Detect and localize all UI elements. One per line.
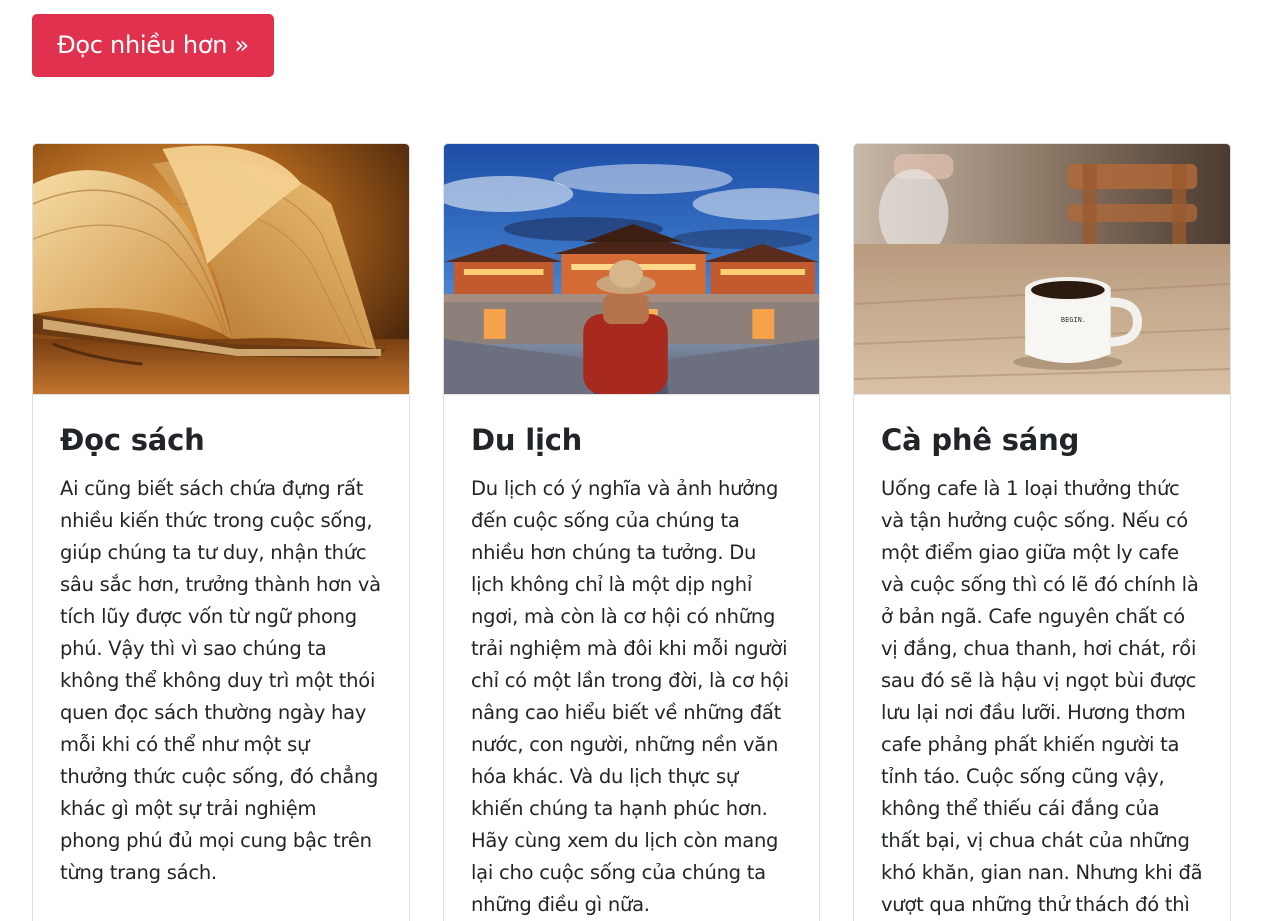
card-text: Ai cũng biết sách chứa đựng rất nhiều ki…	[60, 477, 381, 884]
card-title: Cà phê sáng	[881, 423, 1080, 457]
card-travel: Du lịch Du lịch có ý nghĩa và ảnh hưởng …	[443, 143, 820, 921]
card-body: Đọc sách Ai cũng biết sách chứa đựng rất…	[33, 395, 409, 889]
page: Đọc nhiều hơn » Đọc sách Ai cũng biết sá…	[0, 0, 1265, 921]
card-coffee: BEGIN. Cà phê sáng Uống cafe là 1 loại t…	[853, 143, 1231, 921]
card-reading: Đọc sách Ai cũng biết sách chứa đựng rất…	[32, 143, 410, 921]
card-title: Đọc sách	[60, 423, 205, 457]
card-body: Du lịch Du lịch có ý nghĩa và ảnh hưởng …	[444, 395, 819, 921]
card-text: Uống cafe là 1 loại thưởng thức và tận h…	[881, 477, 1203, 916]
card-body: Cà phê sáng Uống cafe là 1 loại thưởng t…	[854, 395, 1230, 921]
read-more-button[interactable]: Đọc nhiều hơn »	[32, 14, 274, 77]
card-text: Du lịch có ý nghĩa và ảnh hưởng đến cuộc…	[471, 477, 789, 916]
traveler-at-gate-image	[444, 144, 819, 395]
mug-label: BEGIN.	[1061, 316, 1086, 324]
open-book-image	[33, 144, 409, 395]
coffee-mug-image: BEGIN.	[854, 144, 1230, 395]
card-title: Du lịch	[471, 423, 583, 457]
